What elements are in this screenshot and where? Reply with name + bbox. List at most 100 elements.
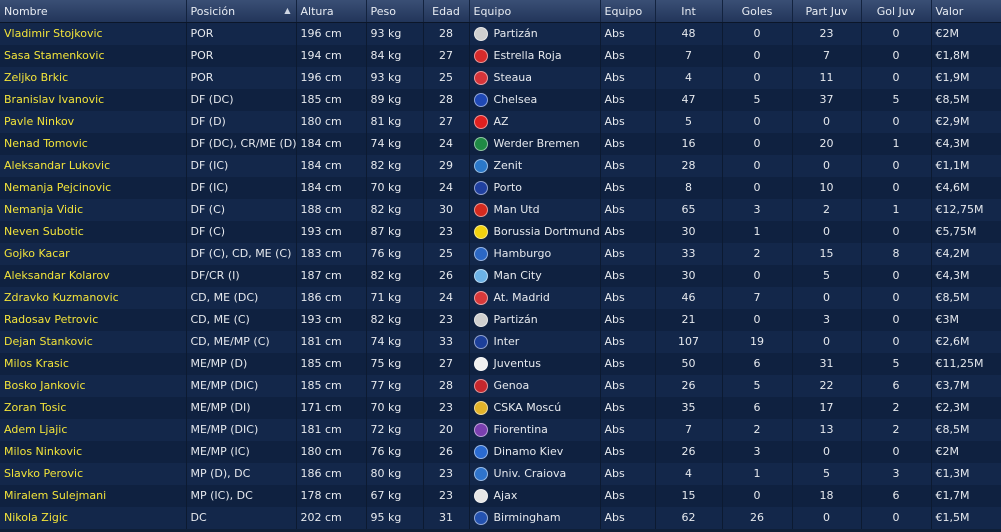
- player-name[interactable]: Branislav Ivanovic: [0, 88, 187, 111]
- player-club[interactable]: Man City: [469, 264, 601, 287]
- player-club[interactable]: Borussia Dortmund: [469, 220, 601, 243]
- player-club[interactable]: Partizán: [469, 22, 601, 45]
- player-row[interactable]: Sasa Stamenkovic POR 194 cm 84 kg 27 Est…: [0, 44, 1001, 67]
- player-caps: 26: [655, 374, 723, 397]
- player-club[interactable]: CSKA Moscú: [469, 396, 601, 419]
- col-header-nombre[interactable]: Nombre: [0, 0, 187, 23]
- player-name[interactable]: Miralem Sulejmani: [0, 484, 187, 507]
- player-name[interactable]: Zeljko Brkic: [0, 66, 187, 89]
- player-club[interactable]: Man Utd: [469, 198, 601, 221]
- player-club[interactable]: Inter: [469, 330, 601, 353]
- player-weight: 80 kg: [366, 462, 424, 485]
- player-goals: 2: [722, 418, 793, 441]
- player-row[interactable]: Gojko Kacar DF (C), CD, ME (C) 183 cm 76…: [0, 242, 1001, 265]
- player-row[interactable]: Nemanja Vidic DF (C) 188 cm 82 kg 30 Man…: [0, 198, 1001, 221]
- club-crest-icon: [473, 224, 488, 239]
- player-club[interactable]: Porto: [469, 176, 601, 199]
- player-name[interactable]: Nikola Zigic: [0, 506, 187, 529]
- player-name[interactable]: Adem Ljajic: [0, 418, 187, 441]
- player-club[interactable]: At. Madrid: [469, 286, 601, 309]
- player-club[interactable]: Estrella Roja: [469, 44, 601, 67]
- player-position: ME/MP (IC): [186, 440, 297, 463]
- col-header-equipo-squad[interactable]: Equipo: [600, 0, 656, 23]
- player-club[interactable]: Partizán: [469, 308, 601, 331]
- col-header-label: Altura: [300, 4, 334, 18]
- col-header-goles[interactable]: Goles: [722, 0, 793, 23]
- player-name[interactable]: Aleksandar Kolarov: [0, 264, 187, 287]
- player-squad: Abs: [600, 176, 656, 199]
- player-name[interactable]: Zdravko Kuzmanovic: [0, 286, 187, 309]
- player-name[interactable]: Vladimir Stojkovic: [0, 22, 187, 45]
- player-club[interactable]: Univ. Craiova: [469, 462, 601, 485]
- player-row[interactable]: Neven Subotic DF (C) 193 cm 87 kg 23 Bor…: [0, 220, 1001, 243]
- player-age: 24: [423, 176, 470, 199]
- col-header-valor[interactable]: Valor: [931, 0, 1001, 23]
- player-club[interactable]: Hamburgo: [469, 242, 601, 265]
- player-name[interactable]: Zoran Tosic: [0, 396, 187, 419]
- player-club[interactable]: Dinamo Kiev: [469, 440, 601, 463]
- player-row[interactable]: Dejan Stankovic CD, ME/MP (C) 181 cm 74 …: [0, 330, 1001, 353]
- player-row[interactable]: Bosko Jankovic ME/MP (DIC) 185 cm 77 kg …: [0, 374, 1001, 397]
- player-club[interactable]: Werder Bremen: [469, 132, 601, 155]
- player-club[interactable]: Zenit: [469, 154, 601, 177]
- col-header-gol-juv[interactable]: Gol Juv: [861, 0, 932, 23]
- col-header-peso[interactable]: Peso: [366, 0, 424, 23]
- player-row[interactable]: Milos Krasic ME/MP (D) 185 cm 75 kg 27 J…: [0, 352, 1001, 375]
- player-club[interactable]: AZ: [469, 110, 601, 133]
- player-position: ME/MP (D): [186, 352, 297, 375]
- player-club[interactable]: Ajax: [469, 484, 601, 507]
- player-club[interactable]: Fiorentina: [469, 418, 601, 441]
- player-name[interactable]: Dejan Stankovic: [0, 330, 187, 353]
- player-row[interactable]: Nemanja Pejcinovic DF (IC) 184 cm 70 kg …: [0, 176, 1001, 199]
- player-squad: Abs: [600, 484, 656, 507]
- col-header-equipo[interactable]: Equipo: [469, 0, 601, 23]
- player-name[interactable]: Milos Ninkovic: [0, 440, 187, 463]
- player-club[interactable]: Genoa: [469, 374, 601, 397]
- player-row[interactable]: Pavle Ninkov DF (D) 180 cm 81 kg 27 AZ A…: [0, 110, 1001, 133]
- player-row[interactable]: Nikola Zigic DC 202 cm 95 kg 31 Birmingh…: [0, 506, 1001, 529]
- player-name-text: Aleksandar Lukovic: [4, 159, 111, 172]
- player-row[interactable]: Vladimir Stojkovic POR 196 cm 93 kg 28 P…: [0, 22, 1001, 45]
- player-row[interactable]: Miralem Sulejmani MP (IC), DC 178 cm 67 …: [0, 484, 1001, 507]
- player-name[interactable]: Bosko Jankovic: [0, 374, 187, 397]
- player-club[interactable]: Birmingham: [469, 506, 601, 529]
- player-height: 202 cm: [296, 506, 367, 529]
- club-crest-icon: [473, 246, 488, 261]
- col-header-posicion[interactable]: Posición ▲: [186, 0, 297, 23]
- player-age: 24: [423, 132, 470, 155]
- player-row[interactable]: Milos Ninkovic ME/MP (IC) 180 cm 76 kg 2…: [0, 440, 1001, 463]
- player-name[interactable]: Gojko Kacar: [0, 242, 187, 265]
- player-row[interactable]: Aleksandar Kolarov DF/CR (I) 187 cm 82 k…: [0, 264, 1001, 287]
- player-row[interactable]: Zoran Tosic ME/MP (DI) 171 cm 70 kg 23 C…: [0, 396, 1001, 419]
- player-row[interactable]: Slavko Perovic MP (D), DC 186 cm 80 kg 2…: [0, 462, 1001, 485]
- club-name: Partizán: [493, 27, 538, 41]
- col-header-part-juv[interactable]: Part Juv: [792, 0, 862, 23]
- player-name[interactable]: Pavle Ninkov: [0, 110, 187, 133]
- player-club[interactable]: Steaua: [469, 66, 601, 89]
- player-row[interactable]: Zdravko Kuzmanovic CD, ME (DC) 186 cm 71…: [0, 286, 1001, 309]
- player-row[interactable]: Zeljko Brkic POR 196 cm 93 kg 25 Steaua …: [0, 66, 1001, 89]
- player-name[interactable]: Nenad Tomovic: [0, 132, 187, 155]
- player-club[interactable]: Juventus: [469, 352, 601, 375]
- player-row[interactable]: Nenad Tomovic DF (DC), CR/ME (D) 184 cm …: [0, 132, 1001, 155]
- player-name[interactable]: Radosav Petrovic: [0, 308, 187, 331]
- player-name[interactable]: Nemanja Vidic: [0, 198, 187, 221]
- player-name[interactable]: Sasa Stamenkovic: [0, 44, 187, 67]
- col-header-altura[interactable]: Altura: [296, 0, 367, 23]
- player-club[interactable]: Chelsea: [469, 88, 601, 111]
- col-header-int[interactable]: Int: [655, 0, 723, 23]
- player-row[interactable]: Aleksandar Lukovic DF (IC) 184 cm 82 kg …: [0, 154, 1001, 177]
- player-name[interactable]: Aleksandar Lukovic: [0, 154, 187, 177]
- player-row[interactable]: Radosav Petrovic CD, ME (C) 193 cm 82 kg…: [0, 308, 1001, 331]
- player-row[interactable]: Branislav Ivanovic DF (DC) 185 cm 89 kg …: [0, 88, 1001, 111]
- player-name[interactable]: Neven Subotic: [0, 220, 187, 243]
- player-row[interactable]: Adem Ljajic ME/MP (DIC) 181 cm 72 kg 20 …: [0, 418, 1001, 441]
- player-name[interactable]: Milos Krasic: [0, 352, 187, 375]
- col-header-edad[interactable]: Edad: [423, 0, 470, 23]
- player-goals: 5: [722, 88, 793, 111]
- player-caps: 8: [655, 176, 723, 199]
- player-squad: Abs: [600, 154, 656, 177]
- player-name[interactable]: Nemanja Pejcinovic: [0, 176, 187, 199]
- player-name[interactable]: Slavko Perovic: [0, 462, 187, 485]
- player-value: €2M: [931, 22, 1001, 45]
